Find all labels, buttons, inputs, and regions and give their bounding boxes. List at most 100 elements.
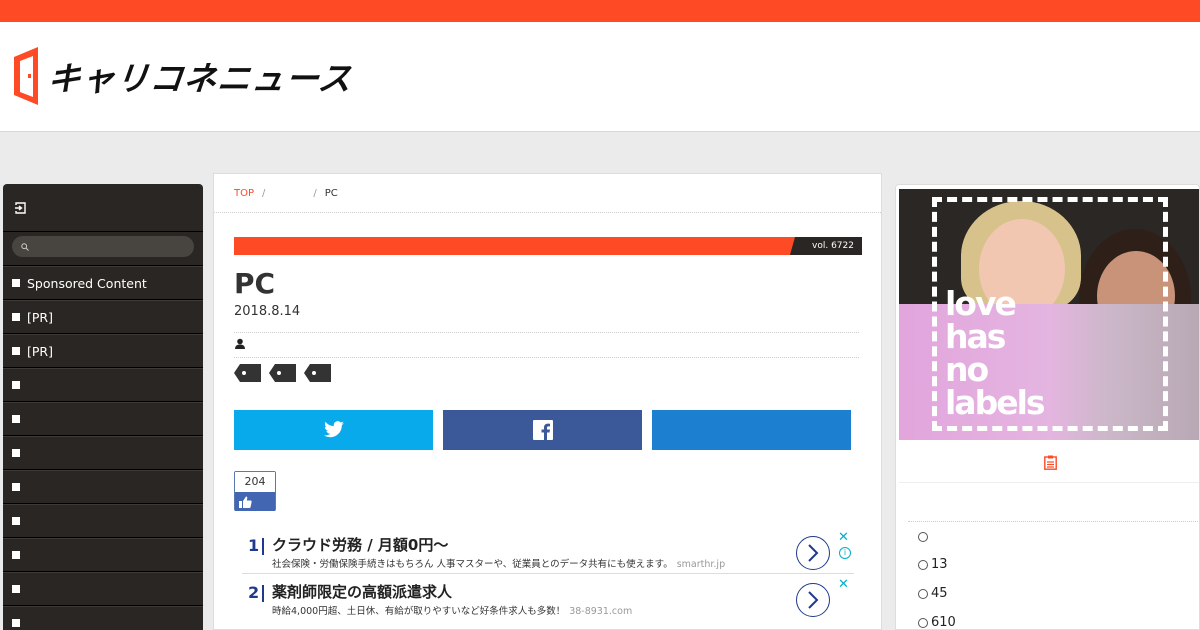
thumbs-up-icon — [239, 496, 252, 508]
banner-text-line: no — [945, 350, 989, 389]
ad-item[interactable]: 2 薬剤師限定の高額派遣求人 時給4,000円超、土日休、有給が取りやすいなど好… — [242, 577, 854, 621]
sidebar-item[interactable] — [3, 504, 203, 538]
breadcrumb-current: PC — [324, 187, 338, 199]
article-main: TOP / / PC vol. 6722 PC 2018.8.14 204 1 … — [213, 173, 882, 630]
top-accent-bar — [0, 0, 1200, 22]
search-area — [3, 232, 203, 266]
ad-rank-bar — [262, 585, 264, 602]
login-button[interactable] — [3, 184, 203, 232]
ranking-item[interactable]: 610 — [918, 615, 956, 630]
bullet-icon — [12, 381, 20, 389]
sidebar-item-label: [PR] — [27, 343, 53, 359]
facebook-icon — [532, 420, 553, 440]
login-icon — [15, 201, 26, 214]
like-widget[interactable]: 204 — [234, 471, 276, 511]
hatena-bookmark-button[interactable] — [652, 410, 851, 450]
chevron-right-icon — [808, 544, 819, 562]
bullet-icon — [12, 449, 20, 457]
ad-close-icon[interactable]: ✕ — [838, 530, 849, 545]
door-logo-icon — [14, 47, 38, 105]
bullet-icon — [12, 415, 20, 423]
divider — [234, 332, 859, 333]
right-sidebar: love has no labels 13 45 610 — [895, 184, 1200, 630]
sidebar-item[interactable]: [PR] — [3, 334, 203, 368]
vol-bar: vol. 6722 — [234, 237, 862, 255]
ad-open-button[interactable] — [796, 583, 830, 617]
sidebar-item[interactable] — [3, 436, 203, 470]
ad-info-icon[interactable]: i — [839, 547, 851, 559]
ad-rank-bar — [262, 538, 264, 555]
search-input[interactable] — [12, 236, 194, 257]
ad-banner[interactable]: love has no labels — [899, 189, 1199, 440]
vol-label: vol. 6722 — [790, 237, 862, 255]
banner-text-line: labels — [945, 383, 1046, 422]
sidebar-item[interactable] — [3, 606, 203, 630]
ranking-item-label: 45 — [931, 586, 948, 601]
ad-close-icon[interactable]: ✕ — [838, 577, 849, 592]
bullet-icon — [12, 517, 20, 525]
search-icon — [21, 242, 29, 251]
ranking-tab[interactable] — [899, 443, 1199, 483]
bullet-icon — [12, 279, 20, 287]
bullet-icon — [12, 483, 20, 491]
banner-text: love has no labels — [945, 284, 1046, 422]
breadcrumb-separator: / — [313, 187, 317, 199]
like-button[interactable] — [235, 492, 275, 511]
tag-icon[interactable] — [304, 364, 331, 382]
ranking-item-label: 610 — [931, 615, 956, 630]
ranking-item-label: 13 — [931, 557, 948, 572]
author-icon — [235, 338, 245, 349]
radio-icon — [918, 588, 928, 599]
ad-open-button[interactable] — [796, 536, 830, 570]
site-logo[interactable]: キャリコネニュース — [12, 47, 355, 105]
ad-domain: 38-8931.com — [569, 606, 633, 617]
article-date: 2018.8.14 — [234, 304, 301, 319]
facebook-share-button[interactable] — [443, 410, 642, 450]
bullet-icon — [12, 551, 20, 559]
tag-icon[interactable] — [234, 364, 261, 382]
ad-desc-text: 時給4,000円超、土日休、有給が取りやすいなど好条件求人も多数！ — [272, 606, 566, 617]
article-title: PC — [234, 267, 276, 300]
bullet-icon — [12, 619, 20, 627]
twitter-icon — [323, 421, 344, 438]
like-count: 204 — [235, 472, 275, 492]
sidebar-item[interactable]: Sponsored Content — [3, 266, 203, 300]
sidebar-item[interactable]: [PR] — [3, 300, 203, 334]
ad-item[interactable]: 1 クラウド労務 / 月額0円〜 社会保険・労働保険手続きはもちろん 人事マスタ… — [242, 530, 854, 574]
sidebar-item[interactable] — [3, 538, 203, 572]
radio-icon — [918, 617, 928, 628]
ranking-item[interactable] — [918, 532, 931, 542]
sidebar-item[interactable] — [3, 470, 203, 504]
twitter-share-button[interactable] — [234, 410, 433, 450]
sidebar-item-label: Sponsored Content — [27, 275, 147, 291]
breadcrumb: TOP / / PC — [214, 174, 881, 213]
ad-title[interactable]: クラウド労務 / 月額0円〜 — [272, 534, 448, 555]
ad-title[interactable]: 薬剤師限定の高額派遣求人 — [272, 581, 452, 602]
radio-icon — [918, 559, 928, 570]
sidebar-item[interactable] — [3, 572, 203, 606]
divider — [234, 357, 859, 358]
divider — [908, 521, 1198, 522]
breadcrumb-separator: / — [262, 187, 266, 199]
chevron-right-icon — [808, 591, 819, 609]
ranking-item[interactable]: 45 — [918, 586, 948, 601]
ad-description: 社会保険・労働保険手続きはもちろん 人事マスターや、従業員とのデータ共有にも使え… — [272, 556, 725, 570]
ad-rank-number: 2 — [248, 583, 260, 602]
site-header: キャリコネニュース — [0, 22, 1200, 132]
logo-text: キャリコネニュース — [45, 59, 355, 98]
clipboard-icon — [1043, 455, 1057, 470]
tag-list — [234, 364, 331, 382]
tag-icon[interactable] — [269, 364, 296, 382]
bullet-icon — [12, 347, 20, 355]
sidebar-item[interactable] — [3, 402, 203, 436]
ad-desc-text: 社会保険・労働保険手続きはもちろん 人事マスターや、従業員とのデータ共有にも使え… — [272, 559, 673, 570]
banner-text-line: has — [945, 317, 1006, 356]
ranking-item[interactable]: 13 — [918, 557, 948, 572]
sidebar-item[interactable] — [3, 368, 203, 402]
bullet-icon — [12, 313, 20, 321]
breadcrumb-top-link[interactable]: TOP — [234, 188, 254, 199]
radio-icon — [918, 532, 928, 542]
ad-rank-number: 1 — [248, 536, 260, 555]
ad-description: 時給4,000円超、土日休、有給が取りやすいなど好条件求人も多数！ 38-8931… — [272, 603, 632, 617]
banner-text-line: love — [945, 284, 1017, 323]
